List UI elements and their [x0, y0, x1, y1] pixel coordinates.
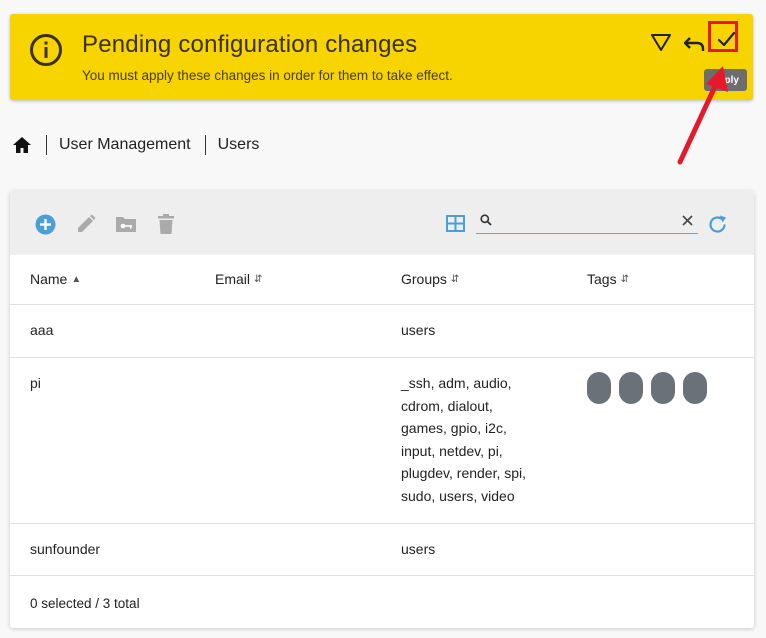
column-label: Groups	[401, 271, 447, 287]
sort-icon: ⇵	[450, 273, 460, 285]
user-groups: users	[401, 541, 436, 557]
tag-chip	[651, 372, 675, 404]
sort-icon: ⇵	[620, 273, 629, 285]
column-label: Email	[215, 271, 251, 287]
groups-line: input, netdev, pi,	[401, 442, 503, 459]
groups-line: games, gpio, i2c,	[401, 420, 507, 436]
column-label: Name	[30, 271, 68, 287]
groups-line: sudo, users, video	[401, 487, 515, 504]
edit-icon[interactable]	[76, 214, 96, 234]
users-table-card: Name ▲ Email ⇵ Groups ⇵ Tags ⇵ aaa users…	[10, 191, 754, 628]
refresh-icon[interactable]	[707, 214, 728, 235]
info-icon	[30, 34, 62, 66]
add-icon[interactable]	[35, 214, 56, 235]
table-header: Name ▲ Email ⇵ Groups ⇵ Tags ⇵	[10, 255, 754, 305]
user-groups: users	[401, 322, 436, 338]
column-header-groups[interactable]: Groups ⇵	[401, 271, 459, 287]
groups-line: plugdev, render, spi,	[401, 465, 527, 481]
column-header-name[interactable]: Name ▲	[30, 271, 81, 287]
search-field	[476, 209, 698, 234]
column-label: Tags	[587, 271, 617, 287]
banner-subtitle: You must apply these changes in order fo…	[82, 68, 453, 83]
table-row[interactable]: aaa users	[10, 305, 754, 358]
groups-line: cdrom, dialout,	[401, 397, 493, 414]
sort-icon: ⇵	[254, 273, 263, 285]
apply-tooltip: ply	[704, 69, 747, 91]
pending-changes-banner: Pending configuration changes You must a…	[10, 14, 753, 100]
user-name: aaa	[30, 322, 54, 338]
column-header-email[interactable]: Email ⇵	[215, 271, 262, 287]
user-name: sunfounder	[30, 541, 101, 557]
undo-icon[interactable]	[682, 33, 706, 55]
column-header-tags[interactable]: Tags ⇵	[587, 271, 629, 287]
table-view-icon[interactable]	[446, 215, 465, 232]
breadcrumb-users: Users	[217, 136, 260, 153]
sort-ascending-icon: ▲	[71, 273, 82, 285]
search-input[interactable]	[496, 209, 676, 233]
banner-title: Pending configuration changes	[82, 31, 418, 58]
breadcrumb-separator	[46, 135, 47, 155]
selection-count: 0 selected / 3 total	[30, 596, 140, 611]
tag-chip	[619, 372, 643, 404]
user-name: pi	[30, 375, 41, 391]
apply-check-button[interactable]	[710, 22, 742, 56]
breadcrumb-user-management[interactable]: User Management	[59, 136, 191, 154]
tag-chip	[683, 372, 707, 404]
key-folder-icon[interactable]	[115, 215, 137, 233]
user-groups: _ssh, adm, audio, cdrom, dialout, games,…	[401, 372, 526, 507]
groups-line: _ssh, adm, audio,	[401, 375, 512, 391]
table-toolbar	[10, 191, 754, 255]
clear-icon[interactable]	[682, 215, 693, 226]
user-tags	[587, 372, 707, 404]
filter-icon[interactable]	[650, 32, 672, 54]
tag-chip	[587, 372, 611, 404]
table-row[interactable]: sunfounder users	[10, 524, 754, 576]
home-icon[interactable]	[12, 135, 32, 155]
breadcrumb: User Management Users	[12, 132, 259, 158]
search-icon	[480, 214, 492, 226]
delete-icon[interactable]	[158, 214, 174, 234]
table-row[interactable]: pi _ssh, adm, audio, cdrom, dialout, gam…	[10, 358, 754, 524]
breadcrumb-separator	[204, 135, 206, 155]
